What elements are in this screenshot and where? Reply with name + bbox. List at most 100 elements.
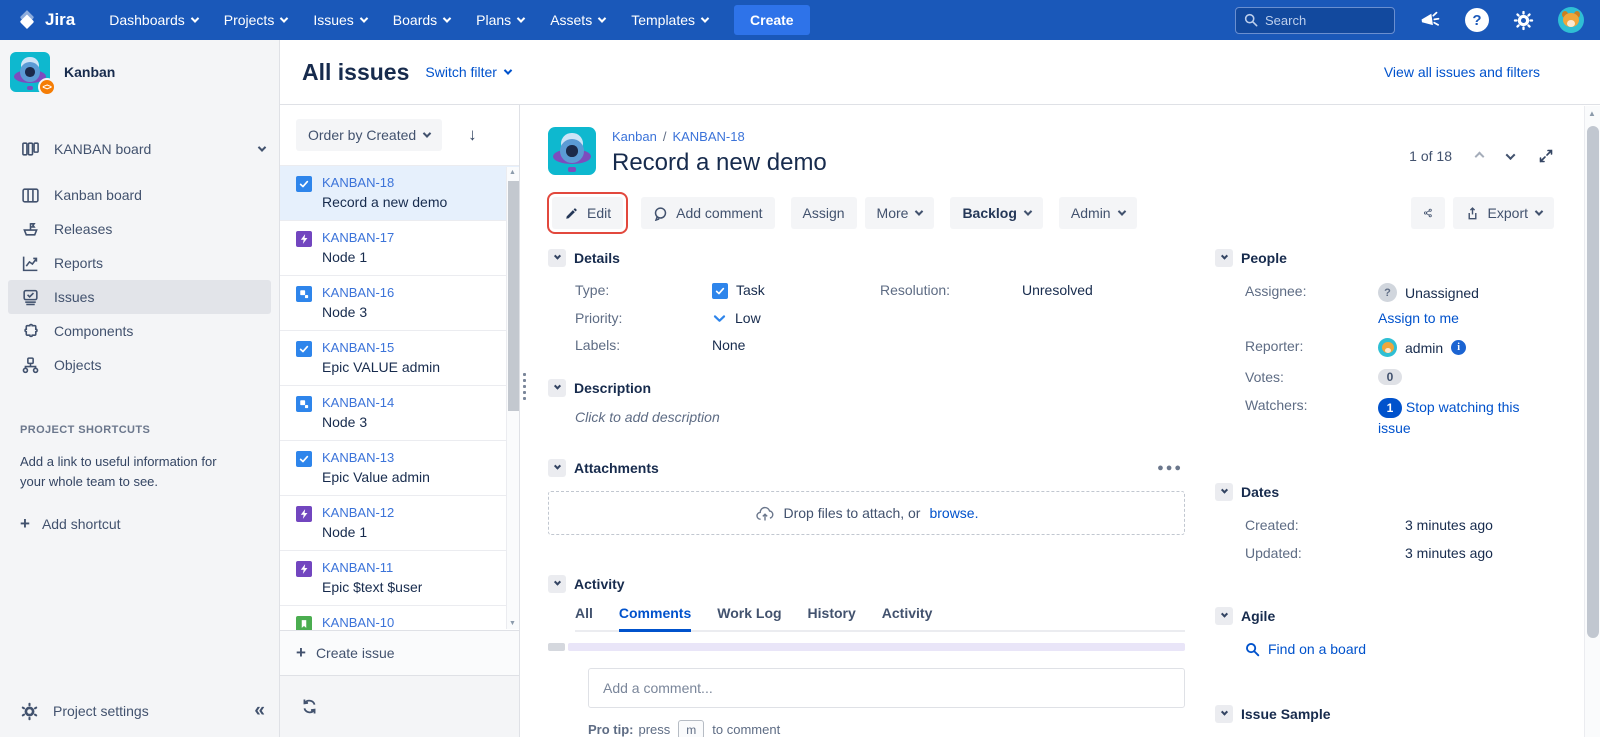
issue-key[interactable]: KANBAN-14 [322,394,394,412]
breadcrumb-issue-link[interactable]: KANBAN-18 [672,129,744,144]
list-item[interactable]: KANBAN-13Epic Value admin [280,441,519,496]
collapse-section-icon[interactable] [1215,483,1233,501]
issue-key[interactable]: KANBAN-10 [322,614,498,630]
help-icon[interactable]: ? [1465,8,1489,32]
board-switcher[interactable]: KANBAN board [0,132,279,166]
create-button[interactable]: Create [734,5,810,35]
scroll-up-icon[interactable]: ▲ [509,169,516,176]
nav-dashboards[interactable]: Dashboards [109,12,198,28]
order-by-button[interactable]: Order by Created [296,119,442,151]
avatar-art [1567,20,1575,27]
nav-assets[interactable]: Assets [550,12,605,28]
search-input[interactable] [1265,13,1375,28]
sidebar-item-reports[interactable]: Reports [0,246,279,280]
breadcrumb-project-link[interactable]: Kanban [612,129,657,144]
refresh-icon[interactable] [300,697,319,716]
list-item[interactable]: KANBAN-12Node 1 [280,496,519,551]
issue-key[interactable]: KANBAN-13 [322,449,430,467]
issue-key[interactable]: KANBAN-18 [322,174,447,192]
scrollbar-thumb[interactable] [508,181,519,411]
info-icon[interactable]: i [1451,340,1466,355]
list-item[interactable]: KANBAN-16Node 3 [280,276,519,331]
more-options-icon[interactable]: ●●● [1157,462,1183,474]
attachment-dropzone[interactable]: Drop files to attach, or browse. [548,491,1185,535]
issue-key[interactable]: KANBAN-15 [322,339,440,357]
nav-projects[interactable]: Projects [224,12,288,28]
sidebar-item-objects[interactable]: Objects [0,348,279,382]
next-issue-icon[interactable] [1506,150,1516,160]
collapse-section-icon[interactable] [1215,249,1233,267]
page-scrollbar[interactable]: ▲ [1584,106,1600,737]
tab-all[interactable]: All [575,605,593,632]
expand-icon[interactable] [1538,148,1554,164]
assign-to-me-link[interactable]: Assign to me [1378,310,1548,326]
add-shortcut-button[interactable]: + Add shortcut [20,514,259,534]
find-on-board-link[interactable]: Find on a board [1245,641,1548,657]
comment-input[interactable] [603,680,1170,696]
edit-button[interactable]: Edit [552,197,623,229]
user-avatar[interactable] [1558,7,1584,33]
collapse-section-icon[interactable] [548,459,566,477]
backlog-status-button[interactable]: Backlog [950,197,1042,229]
search-box[interactable] [1235,7,1395,34]
nav-plans[interactable]: Plans [476,12,524,28]
section-title: Dates [1241,484,1279,500]
create-issue-button[interactable]: + Create issue [280,630,519,675]
collapse-section-icon[interactable] [548,249,566,267]
view-all-issues-link[interactable]: View all issues and filters [1384,64,1540,80]
collapse-sidebar-icon[interactable]: « [254,700,265,722]
previous-issue-icon[interactable] [1475,151,1485,161]
comment-box[interactable] [588,668,1185,708]
admin-button[interactable]: Admin [1059,197,1137,229]
votes-badge[interactable]: 0 [1378,369,1402,385]
watchers-badge[interactable]: 1 [1378,398,1402,418]
project-avatar[interactable]: <> [10,52,50,92]
project-settings-link[interactable]: Project settings [53,703,149,719]
collapse-section-icon[interactable] [548,575,566,593]
assign-button[interactable]: Assign [791,197,857,229]
nav-boards[interactable]: Boards [393,12,450,28]
description-placeholder[interactable]: Click to add description [575,409,1185,425]
list-item[interactable]: KANBAN-15Epic VALUE admin [280,331,519,386]
collapse-section-icon[interactable] [548,379,566,397]
pane-resize-handle[interactable] [523,373,526,400]
tab-comments[interactable]: Comments [619,605,691,632]
list-scrollbar[interactable]: ▲ ▼ [506,167,519,629]
list-item[interactable]: KANBAN-11Epic $text $user [280,551,519,606]
tab-activity[interactable]: Activity [882,605,933,632]
board-switcher-label: KANBAN board [54,141,151,157]
sidebar-item-issues[interactable]: Issues [8,280,271,314]
scrollbar-thumb[interactable] [1587,126,1599,638]
list-item[interactable]: KANBAN-17Node 1 [280,221,519,276]
sort-direction-icon[interactable]: ↓ [468,125,477,145]
issue-key[interactable]: KANBAN-11 [322,559,422,577]
collapse-section-icon[interactable] [1215,607,1233,625]
list-item[interactable]: KANBAN-18Record a new demo [280,166,519,221]
gear-icon[interactable] [1513,10,1534,31]
sidebar-item-releases[interactable]: Releases [0,212,279,246]
nav-issues[interactable]: Issues [313,12,366,28]
sidebar-item-components[interactable]: Components [0,314,279,348]
scroll-up-icon[interactable]: ▲ [1588,109,1596,118]
collapse-section-icon[interactable] [1215,705,1233,723]
megaphone-icon[interactable] [1418,9,1443,32]
sidebar-item-kanban-board[interactable]: Kanban board [0,178,279,212]
switch-filter-link[interactable]: Switch filter [425,64,511,80]
browse-link[interactable]: browse. [929,505,978,521]
issue-key[interactable]: KANBAN-16 [322,284,394,302]
scroll-down-icon[interactable]: ▼ [509,620,516,627]
nav-label: Issues [313,12,353,28]
nav-templates[interactable]: Templates [631,12,708,28]
list-item[interactable]: KANBAN-14Node 3 [280,386,519,441]
export-button[interactable]: Export [1453,197,1554,229]
issue-key[interactable]: KANBAN-17 [322,229,394,247]
tab-work-log[interactable]: Work Log [717,605,781,632]
jira-logo[interactable]: Jira [16,9,75,31]
share-button[interactable] [1411,197,1445,229]
add-comment-button[interactable]: Add comment [641,197,774,229]
keyboard-key: m [678,720,704,737]
more-button[interactable]: More [865,197,935,229]
tab-history[interactable]: History [808,605,856,632]
list-item[interactable]: KANBAN-10COME AS YOU ARE kanb... [280,606,519,630]
issue-key[interactable]: KANBAN-12 [322,504,394,522]
